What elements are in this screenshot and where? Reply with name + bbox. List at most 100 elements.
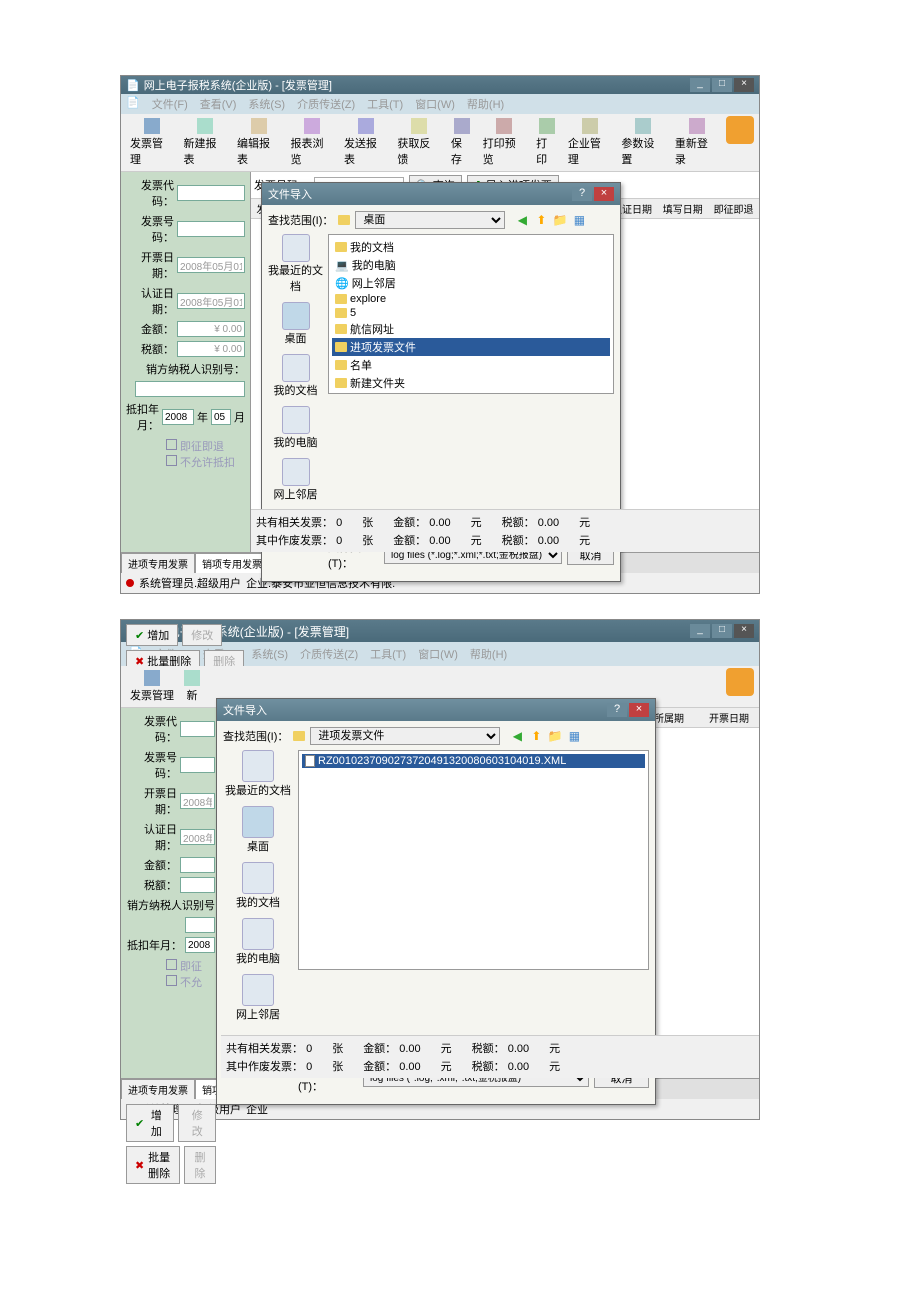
- btn-add[interactable]: ✔增加: [126, 624, 178, 646]
- maximize-button[interactable]: □: [712, 624, 732, 638]
- file-list[interactable]: RZ00102370902737204913200806031040­19.XM…: [298, 750, 649, 970]
- inp-year[interactable]: [185, 937, 215, 953]
- chk-no-deduct[interactable]: [166, 455, 177, 466]
- sel-location[interactable]: 桌面: [355, 211, 505, 229]
- file-item[interactable]: 名单: [332, 356, 610, 374]
- tb-send-report[interactable]: 发送报表: [340, 116, 391, 169]
- place-docs[interactable]: 我的文档: [223, 862, 293, 910]
- file-item[interactable]: 航信网址: [332, 320, 610, 338]
- file-item[interactable]: 5: [332, 306, 610, 320]
- btn-del[interactable]: 删除: [184, 1146, 216, 1184]
- tb-invoice-mgmt[interactable]: 发票管理: [126, 116, 177, 169]
- maximize-button[interactable]: □: [712, 78, 732, 92]
- menu-media[interactable]: 介质传送(Z): [297, 96, 355, 112]
- inp-invoice-num[interactable]: [177, 221, 245, 237]
- menu-system[interactable]: 系统(S): [251, 646, 288, 662]
- back-icon[interactable]: ◀: [509, 728, 525, 744]
- menu-tools[interactable]: 工具(T): [367, 96, 403, 112]
- btn-batch-del[interactable]: ✖批量删除: [126, 1146, 180, 1184]
- menu-help[interactable]: 帮助(H): [467, 96, 504, 112]
- view-icon[interactable]: ▦: [566, 728, 582, 744]
- lbl-amount: 金额：: [144, 857, 177, 873]
- file-item-selected[interactable]: RZ00102370902737204913200806031040­19.XM…: [302, 754, 645, 768]
- new-folder-icon[interactable]: 📁: [547, 728, 563, 744]
- inp-tax[interactable]: [180, 877, 215, 893]
- place-recent[interactable]: 我最近的文档: [223, 750, 293, 798]
- inp-tax[interactable]: [177, 341, 245, 357]
- place-docs[interactable]: 我的文档: [268, 354, 323, 398]
- toolbar: 发票管理 新建报表 编辑报表 报表浏览 发送报表 获取反馈 保存 打印预览 打印…: [121, 114, 759, 172]
- minimize-button[interactable]: _: [690, 624, 710, 638]
- dialog-help-button[interactable]: ?: [607, 703, 627, 717]
- up-icon[interactable]: ⬆: [533, 212, 549, 228]
- up-icon[interactable]: ⬆: [528, 728, 544, 744]
- btn-edit[interactable]: 修改: [182, 624, 222, 646]
- tb-print[interactable]: 打印: [532, 116, 562, 169]
- menu-file[interactable]: 文件(F): [152, 96, 188, 112]
- tb-settings[interactable]: 参数设置: [617, 116, 668, 169]
- tb-enterprise[interactable]: 企业管理: [564, 116, 615, 169]
- inp-year[interactable]: [162, 409, 194, 425]
- btn-edit[interactable]: 修改: [178, 1104, 216, 1142]
- place-recent[interactable]: 我最近的文档: [268, 234, 323, 294]
- new-folder-icon[interactable]: 📁: [552, 212, 568, 228]
- tab-input-special[interactable]: 进项专用发票: [121, 1079, 195, 1099]
- file-item[interactable]: 💻我的电脑: [332, 256, 610, 274]
- inp-seller-id[interactable]: [185, 917, 215, 933]
- place-desktop[interactable]: 桌面: [223, 806, 293, 854]
- chk-immediate[interactable]: [166, 959, 177, 970]
- menu-system[interactable]: 系统(S): [248, 96, 285, 112]
- menu-tools[interactable]: 工具(T): [370, 646, 406, 662]
- place-computer[interactable]: 我的电脑: [223, 918, 293, 966]
- inp-issue-date[interactable]: [177, 257, 245, 273]
- tb-relogin[interactable]: 重新登录: [671, 116, 722, 169]
- inp-seller-id[interactable]: [135, 381, 245, 397]
- place-computer[interactable]: 我的电脑: [268, 406, 323, 450]
- dialog-close-button[interactable]: ×: [594, 187, 614, 201]
- inp-issue-date[interactable]: [180, 793, 215, 809]
- inp-amount[interactable]: [177, 321, 245, 337]
- close-button[interactable]: ×: [734, 78, 754, 92]
- file-item[interactable]: 新建文件夹: [332, 374, 610, 392]
- file-item[interactable]: explore: [332, 292, 610, 306]
- inp-month[interactable]: [211, 409, 231, 425]
- tb-browse-report[interactable]: 报表浏览: [286, 116, 337, 169]
- inp-invoice-num[interactable]: [180, 757, 215, 773]
- file-item[interactable]: 🌐网上邻居: [332, 274, 610, 292]
- view-icon[interactable]: ▦: [571, 212, 587, 228]
- btn-add[interactable]: ✔增加: [126, 1104, 174, 1142]
- tb-edit-report[interactable]: 编辑报表: [233, 116, 284, 169]
- dialog-help-button[interactable]: ?: [572, 187, 592, 201]
- tab-input-special[interactable]: 进项专用发票: [121, 553, 195, 573]
- inp-auth-date[interactable]: [180, 829, 215, 845]
- tb-new-report[interactable]: 新建报表: [179, 116, 230, 169]
- inp-invoice-code[interactable]: [177, 185, 245, 201]
- file-list[interactable]: 我的文档 💻我的电脑 🌐网上邻居 explore 5 航信网址 进项发票文件 名…: [328, 234, 614, 394]
- close-button[interactable]: ×: [734, 624, 754, 638]
- chk-immediate[interactable]: [166, 439, 177, 450]
- minimize-button[interactable]: _: [690, 78, 710, 92]
- inp-auth-date[interactable]: [177, 293, 245, 309]
- tab-output-special[interactable]: 销项专用发票: [195, 553, 269, 573]
- place-network[interactable]: 网上邻居: [268, 458, 323, 502]
- sel-location[interactable]: 进项发票文件: [310, 727, 500, 745]
- tb-new-report[interactable]: 新: [180, 668, 204, 705]
- tb-print-preview[interactable]: 打印预览: [479, 116, 530, 169]
- back-icon[interactable]: ◀: [514, 212, 530, 228]
- menu-view[interactable]: 查看(V): [200, 96, 237, 112]
- tb-save[interactable]: 保存: [447, 116, 477, 169]
- menu-window[interactable]: 窗口(W): [415, 96, 455, 112]
- inp-invoice-code[interactable]: [180, 721, 215, 737]
- place-desktop[interactable]: 桌面: [268, 302, 323, 346]
- menu-media[interactable]: 介质传送(Z): [300, 646, 358, 662]
- inp-amount[interactable]: [180, 857, 215, 873]
- dialog-close-button[interactable]: ×: [629, 703, 649, 717]
- place-network[interactable]: 网上邻居: [223, 974, 293, 1022]
- tb-get-feedback[interactable]: 获取反馈: [393, 116, 444, 169]
- tb-invoice-mgmt[interactable]: 发票管理: [126, 668, 178, 705]
- menu-window[interactable]: 窗口(W): [418, 646, 458, 662]
- menu-help[interactable]: 帮助(H): [470, 646, 507, 662]
- file-item[interactable]: 我的文档: [332, 238, 610, 256]
- file-item-selected[interactable]: 进项发票文件: [332, 338, 610, 356]
- chk-no-deduct[interactable]: [166, 975, 177, 986]
